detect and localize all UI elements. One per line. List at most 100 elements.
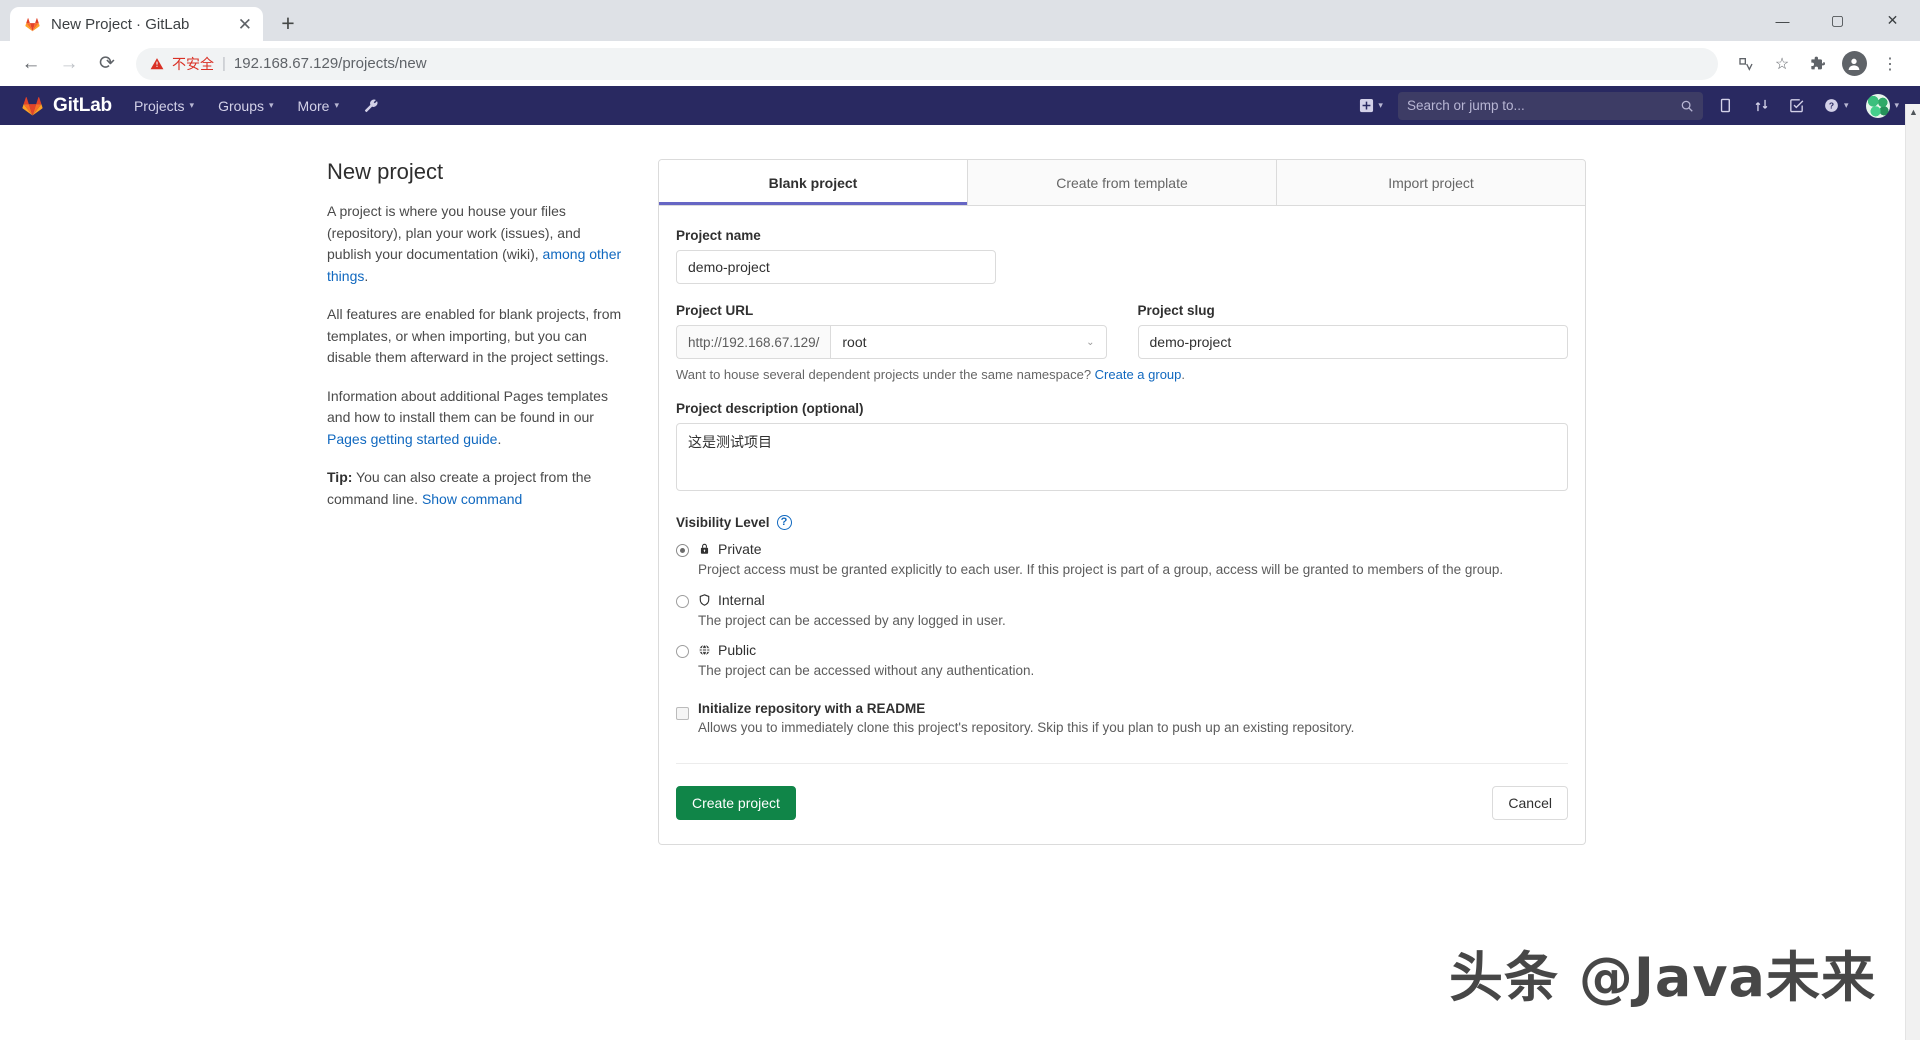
- reload-icon[interactable]: ⟳: [90, 47, 124, 81]
- avatar: [1866, 93, 1891, 118]
- chevron-down-icon: ▾: [1378, 100, 1383, 110]
- radio-public[interactable]: [676, 645, 689, 659]
- visibility-internal-name: Internal: [718, 591, 765, 608]
- page-scrollbar[interactable]: ▲: [1905, 104, 1920, 1040]
- nav-item-projects[interactable]: Projects ▾: [122, 86, 206, 125]
- visibility-option-public[interactable]: Public The project can be accessed witho…: [676, 642, 1568, 681]
- close-icon[interactable]: ✕: [238, 16, 252, 33]
- readme-body: Initialize repository with a README Allo…: [698, 701, 1568, 735]
- minimize-button[interactable]: —: [1755, 0, 1810, 41]
- visibility-private-body: Private Project access must be granted e…: [698, 541, 1568, 580]
- chevron-down-icon: ▾: [1843, 100, 1849, 110]
- forward-icon[interactable]: →: [52, 47, 86, 81]
- nav-item-groups-label: Groups: [218, 97, 264, 114]
- tab-create-from-template[interactable]: Create from template: [968, 160, 1277, 205]
- project-slug-label: Project slug: [1137, 303, 1215, 318]
- info-paragraph-tip: Tip: You can also create a project from …: [327, 467, 627, 510]
- lock-icon: [700, 543, 709, 554]
- cancel-button[interactable]: Cancel: [1492, 785, 1568, 820]
- browser-tab[interactable]: New Project · GitLab ✕: [10, 7, 263, 41]
- chevron-down-icon: ⌄: [1086, 336, 1095, 348]
- help-icon[interactable]: ?: [776, 515, 792, 530]
- gitlab-brand-label: GitLab: [53, 94, 112, 116]
- project-url-group: http://192.168.67.129/ root ⌄: [676, 325, 1107, 359]
- initialize-readme-checkbox[interactable]: [676, 706, 689, 720]
- tab-blank-project[interactable]: Blank project: [659, 160, 968, 205]
- user-menu-dropdown[interactable]: ▾: [1857, 86, 1908, 125]
- window-controls: — ▢ ✕: [1755, 0, 1920, 41]
- window-close-button[interactable]: ✕: [1865, 0, 1920, 41]
- not-secure-warning-icon: [150, 57, 164, 71]
- chevron-down-icon: ▾: [1894, 100, 1899, 110]
- project-name-input[interactable]: [676, 250, 996, 284]
- issues-button[interactable]: [1709, 86, 1744, 125]
- visibility-public-body: Public The project can be accessed witho…: [698, 642, 1568, 681]
- visibility-option-private[interactable]: Private Project access must be granted e…: [676, 541, 1568, 580]
- admin-area-button[interactable]: [351, 86, 391, 125]
- page-body: New project A project is where you house…: [0, 125, 1920, 845]
- omnibox-separator: |: [222, 55, 226, 72]
- visibility-internal-body: Internal The project can be accessed by …: [698, 592, 1568, 631]
- browser-toolbar: ← → ⟳ 不安全 | 192.168.67.129/projects/new …: [0, 41, 1920, 86]
- address-bar[interactable]: 不安全 | 192.168.67.129/projects/new: [136, 47, 1718, 80]
- info-p1-period: .: [364, 267, 369, 284]
- search-icon: [1681, 100, 1693, 112]
- project-description-label: Project description (optional): [676, 401, 864, 416]
- info-paragraph-1: A project is where you house your files …: [327, 201, 627, 287]
- todos-button[interactable]: [1779, 86, 1814, 125]
- watermark: 头条 @Java未来: [1449, 946, 1876, 1009]
- project-slug-input[interactable]: [1137, 325, 1568, 359]
- visibility-option-internal[interactable]: Internal The project can be accessed by …: [676, 592, 1568, 631]
- help-dropdown[interactable]: ? ▾: [1814, 86, 1858, 125]
- maximize-button[interactable]: ▢: [1810, 0, 1865, 41]
- form-actions: Create project Cancel: [676, 762, 1568, 820]
- svg-text:?: ?: [1829, 101, 1834, 111]
- globe-icon: [699, 644, 710, 656]
- radio-internal[interactable]: [676, 594, 689, 608]
- project-url-prefix: http://192.168.67.129/: [676, 325, 831, 359]
- shield-icon: [699, 593, 710, 606]
- visibility-private-name: Private: [718, 541, 762, 557]
- browser-chrome: New Project · GitLab ✕ + — ▢ ✕ ← → ⟳ 不安全…: [0, 0, 1920, 86]
- visibility-private-label-row: Private: [698, 541, 1568, 557]
- project-description-field: Project description (optional) 这是测试项目: [676, 401, 1568, 496]
- profile-avatar[interactable]: [1838, 48, 1870, 80]
- pages-getting-started-guide-link[interactable]: Pages getting started guide: [327, 431, 497, 447]
- new-item-dropdown[interactable]: ▾: [1350, 86, 1392, 125]
- browser-tab-title: New Project · GitLab: [51, 15, 190, 33]
- radio-internal-wrap: [676, 592, 698, 631]
- create-project-button[interactable]: Create project: [676, 785, 796, 820]
- namespace-select[interactable]: root ⌄: [830, 325, 1107, 359]
- browser-menu-icon[interactable]: ⋮: [1874, 48, 1906, 80]
- visibility-internal-desc: The project can be accessed by any logge…: [698, 612, 1006, 628]
- search-input[interactable]: Search or jump to...: [1397, 91, 1703, 120]
- radio-private[interactable]: [676, 544, 689, 557]
- new-tab-button[interactable]: +: [271, 6, 305, 40]
- namespace-hint-text: Want to house several dependent projects…: [676, 367, 1095, 382]
- tab-import-project[interactable]: Import project: [1277, 160, 1585, 205]
- visibility-public-label-row: Public: [698, 642, 1568, 658]
- gitlab-home-link[interactable]: GitLab: [12, 94, 122, 118]
- namespace-value: root: [842, 334, 867, 350]
- nav-item-groups[interactable]: Groups ▾: [206, 86, 285, 125]
- merge-requests-button[interactable]: [1744, 86, 1779, 125]
- visibility-public-name: Public: [718, 642, 757, 659]
- extensions-icon[interactable]: [1802, 48, 1834, 80]
- back-icon[interactable]: ←: [14, 47, 48, 81]
- visibility-public-desc: The project can be accessed without any …: [698, 663, 1035, 679]
- chevron-down-icon: ▾: [334, 100, 339, 110]
- show-command-link[interactable]: Show command: [422, 491, 522, 507]
- scroll-up-arrow-icon[interactable]: ▲: [1906, 104, 1920, 120]
- visibility-private-desc: Project access must be granted explicitl…: [698, 562, 1504, 577]
- nav-item-more[interactable]: More ▾: [286, 86, 351, 125]
- new-project-info-panel: New project A project is where you house…: [327, 159, 627, 845]
- project-url-label: Project URL: [676, 303, 754, 318]
- chevron-down-icon: ▾: [269, 100, 274, 110]
- project-description-textarea[interactable]: 这是测试项目: [676, 423, 1568, 491]
- create-a-group-link[interactable]: Create a group: [1095, 367, 1182, 382]
- avatar: [1841, 51, 1867, 76]
- bookmark-star-icon[interactable]: ☆: [1766, 48, 1798, 80]
- gitlab-logo-icon: [20, 94, 45, 118]
- translate-icon[interactable]: [1730, 48, 1762, 80]
- project-name-field: Project name: [676, 228, 1568, 284]
